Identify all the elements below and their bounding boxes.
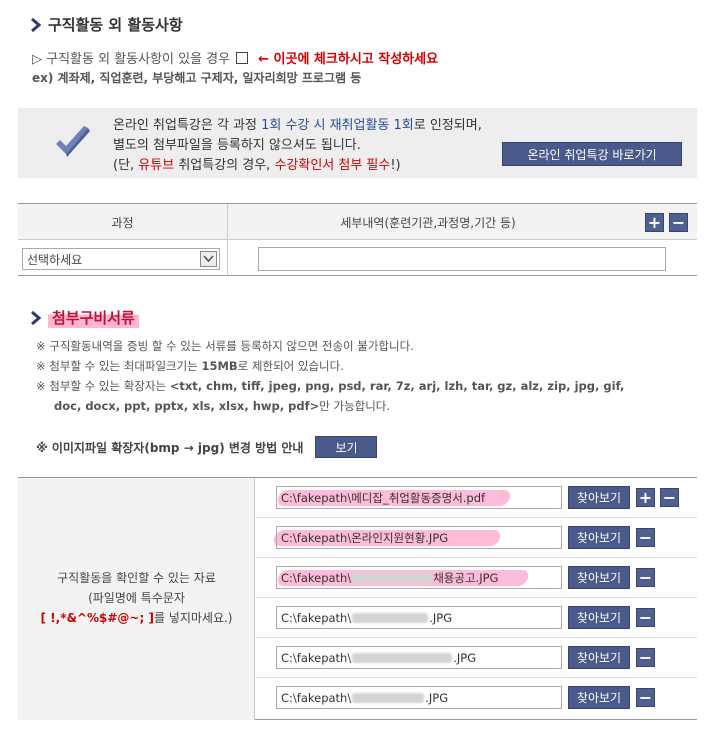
file-path-input[interactable]: C:\fakepath\ .JPG bbox=[276, 686, 562, 709]
file-row: C:\fakepath\메디잡_취업활동증명서.pdf 찾아보기 + − bbox=[256, 478, 697, 518]
file-row: C:\fakepath\ .JPG 찾아보기 − bbox=[256, 678, 697, 718]
redacted-text bbox=[352, 692, 425, 703]
add-row-button[interactable]: + bbox=[645, 213, 664, 232]
other-activity-checkbox[interactable] bbox=[236, 51, 249, 64]
convert-label: ※ 이미지파일 확장자(bmp → jpg) 변경 방법 안내 bbox=[36, 440, 304, 455]
file-label-line: 구직활동을 확인할 수 있는 자료 bbox=[57, 571, 216, 585]
course-select-value: 선택하세요 bbox=[27, 252, 83, 267]
notice-text-part: 로 인정되며, bbox=[413, 118, 482, 133]
course-select[interactable]: 선택하세요 bbox=[22, 248, 220, 270]
online-lecture-notice: 온라인 취업특강은 각 과정 1회 수강 시 재취업활동 1회로 인정되며, 별… bbox=[18, 108, 697, 178]
file-row: C:\fakepath\온라인지원현황.JPG 찾아보기 − bbox=[256, 518, 697, 558]
chevron-down-icon bbox=[200, 251, 217, 267]
notice-text-emphasis: 유튜브 bbox=[138, 158, 175, 173]
notice-text-part: (단, bbox=[113, 158, 139, 173]
column-header-detail: 세부내역(훈련기관,과정명,기간 등) bbox=[340, 216, 516, 230]
file-path-input[interactable]: C:\fakepath\ .JPG bbox=[276, 646, 562, 669]
file-path-suffix: .JPG bbox=[429, 610, 453, 625]
instruction-highlight: ← 이곳에 체크하시고 작성하세요 bbox=[258, 52, 439, 67]
checkmark-icon bbox=[52, 122, 92, 162]
browse-button[interactable]: 찾아보기 bbox=[568, 646, 630, 669]
browse-button[interactable]: 찾아보기 bbox=[568, 566, 630, 589]
detail-input[interactable] bbox=[258, 247, 666, 271]
column-header-course: 과정 bbox=[111, 216, 134, 230]
notice-text-line2: 별도의 첨부파일을 등록하지 않으셔도 됩니다. bbox=[113, 138, 361, 153]
file-label-cell: 구직활동을 확인할 수 있는 자료 (파일명에 특수문자 [ !,*&^%$#@… bbox=[18, 478, 255, 720]
attachment-notes: ※ 구직활동내역을 증빙 할 수 있는 서류를 등록하지 않으면 전송이 불가합… bbox=[36, 336, 624, 416]
notice-text-emphasis: 수강확인서 첨부 필수 bbox=[274, 158, 391, 173]
redacted-text bbox=[352, 612, 429, 623]
chevron-right-icon bbox=[30, 17, 42, 33]
note-line: ※ 첨부할 수 있는 최대파일크기는 15MB로 제한되어 있습니다. bbox=[36, 356, 624, 376]
file-path-suffix: .JPG bbox=[425, 690, 449, 705]
add-file-button[interactable]: + bbox=[636, 488, 655, 507]
file-label-line: [ !,*&^%$#@~; ]를 넣지마세요.) bbox=[18, 608, 255, 628]
other-activity-instruction: ▷ 구직활동 외 활동사항이 있을 경우 ← 이곳에 체크하시고 작성하세요 bbox=[32, 48, 438, 67]
section-title-attachments: 첨부구비서류 bbox=[30, 307, 139, 328]
section-title-text: 첨부구비서류 bbox=[48, 307, 139, 328]
file-path-input[interactable]: C:\fakepath\온라인지원현황.JPG bbox=[276, 526, 562, 549]
notice-text: 온라인 취업특강은 각 과정 1회 수강 시 재취업활동 1회로 인정되며, 별… bbox=[113, 116, 482, 176]
file-upload-table: 구직활동을 확인할 수 있는 자료 (파일명에 특수문자 [ !,*&^%$#@… bbox=[18, 477, 697, 720]
note-line: ※ 첨부할 수 있는 확장자는 <txt, chm, tiff, jpeg, p… bbox=[36, 376, 624, 396]
note-emphasis: doc, docx, ppt, pptx, xls, xlsx, hwp, pd… bbox=[54, 399, 320, 413]
browse-button[interactable]: 찾아보기 bbox=[568, 526, 630, 549]
file-path-text: C:\fakepath\ bbox=[281, 650, 352, 665]
file-path-input[interactable]: C:\fakepath\메디잡_취업활동증명서.pdf bbox=[276, 486, 562, 509]
note-emphasis: 15MB bbox=[201, 359, 238, 373]
remove-file-button[interactable]: − bbox=[636, 568, 655, 587]
notice-text-part: !) bbox=[390, 158, 401, 173]
section-title-text: 구직활동 외 활동사항 bbox=[48, 16, 183, 34]
remove-file-button[interactable]: − bbox=[636, 528, 655, 547]
file-label-text-part: 를 넣지마세요.) bbox=[153, 611, 233, 625]
file-path-input[interactable]: C:\fakepath\ .JPG bbox=[276, 606, 562, 629]
file-path-suffix: 채용공고.JPG bbox=[433, 570, 499, 585]
file-label-text: 구직활동을 확인할 수 있는 자료 (파일명에 특수문자 [ !,*&^%$#@… bbox=[18, 568, 255, 628]
remove-file-button[interactable]: − bbox=[660, 488, 679, 507]
note-text: 로 제한되어 있습니다. bbox=[237, 359, 344, 373]
remove-file-button[interactable]: − bbox=[636, 688, 655, 707]
file-row: C:\fakepath\ .JPG 찾아보기 − bbox=[256, 638, 697, 678]
note-emphasis: <txt, chm, tiff, jpeg, png, psd, rar, 7z… bbox=[169, 379, 625, 393]
file-label-line: (파일명에 특수문자 bbox=[88, 591, 185, 605]
other-activity-example: ex) 계좌제, 직업훈련, 부당해고 구제자, 일자리희망 프로그램 등 bbox=[32, 71, 362, 85]
note-text: ※ 첨부할 수 있는 확장자는 bbox=[36, 379, 170, 393]
course-table: 과정 세부내역(훈련기관,과정명,기간 등) + − 선택하세요 bbox=[18, 203, 697, 276]
view-guide-button[interactable]: 보기 bbox=[315, 436, 378, 458]
file-path-suffix: .JPG bbox=[453, 650, 477, 665]
chevron-right-icon bbox=[30, 310, 42, 326]
special-chars: [ !,*&^%$#@~; ] bbox=[40, 611, 154, 625]
file-row: C:\fakepath\ .JPG 찾아보기 − bbox=[256, 598, 697, 638]
note-line: doc, docx, ppt, pptx, xls, xlsx, hwp, pd… bbox=[36, 396, 624, 416]
file-row: C:\fakepath\ 채용공고.JPG 찾아보기 − bbox=[256, 558, 697, 598]
section-title-other-activities: 구직활동 외 활동사항 bbox=[30, 14, 183, 35]
instruction-text: ▷ 구직활동 외 활동사항이 있을 경우 bbox=[32, 52, 231, 67]
note-line: ※ 구직활동내역을 증빙 할 수 있는 서류를 등록하지 않으면 전송이 불가합… bbox=[36, 339, 414, 353]
notice-text-part: 온라인 취업특강은 각 과정 bbox=[113, 118, 262, 133]
browse-button[interactable]: 찾아보기 bbox=[568, 606, 630, 629]
file-path-text: C:\fakepath\ bbox=[281, 610, 352, 625]
remove-file-button[interactable]: − bbox=[636, 648, 655, 667]
file-path-input[interactable]: C:\fakepath\ 채용공고.JPG bbox=[276, 566, 562, 589]
file-path-text: C:\fakepath\ bbox=[281, 690, 352, 705]
file-path-text: C:\fakepath\ bbox=[281, 570, 352, 585]
remove-file-button[interactable]: − bbox=[636, 608, 655, 627]
online-lecture-button[interactable]: 온라인 취업특강 바로가기 bbox=[502, 142, 682, 166]
notice-text-emphasis: 1회 수강 시 재취업활동 1회 bbox=[261, 118, 414, 133]
file-path-text: C:\fakepath\메디잡_취업활동증명서.pdf bbox=[281, 490, 486, 505]
redacted-text bbox=[352, 652, 453, 663]
note-text: 만 가능합니다. bbox=[319, 399, 391, 413]
file-path-text: C:\fakepath\온라인지원현황.JPG bbox=[281, 530, 449, 545]
image-convert-guide: ※ 이미지파일 확장자(bmp → jpg) 변경 방법 안내 보기 bbox=[36, 436, 378, 458]
remove-row-button[interactable]: − bbox=[669, 213, 688, 232]
browse-button[interactable]: 찾아보기 bbox=[568, 486, 630, 509]
browse-button[interactable]: 찾아보기 bbox=[568, 686, 630, 709]
redacted-text bbox=[352, 572, 433, 583]
note-text: ※ 첨부할 수 있는 최대파일크기는 bbox=[36, 359, 202, 373]
notice-text-part: 취업특강의 경우, bbox=[174, 158, 275, 173]
